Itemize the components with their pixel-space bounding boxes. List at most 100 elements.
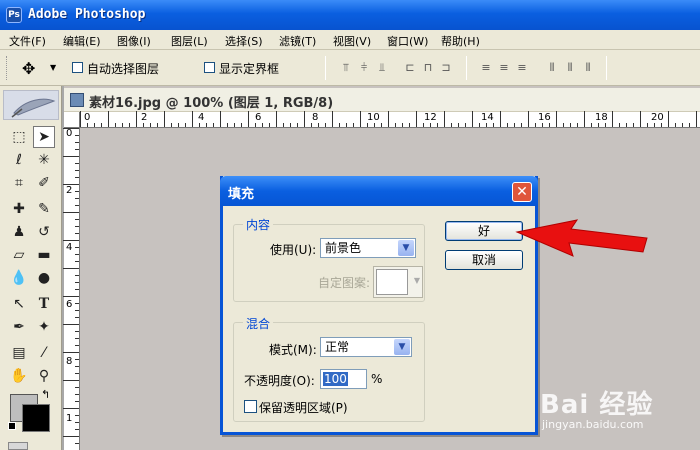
ruler-tick [164, 111, 165, 127]
ruler-tick [360, 111, 361, 127]
custom-pattern-label: 自定图案: [318, 276, 371, 290]
ruler-tick [220, 111, 221, 127]
auto-select-layer-checkbox[interactable] [72, 62, 83, 73]
ruler-tick [353, 123, 354, 127]
distribute-hcenter-icon[interactable]: ⫴ [562, 61, 578, 75]
swap-colors-icon[interactable]: ↰ [41, 388, 50, 401]
ruler-label: 12 [424, 112, 437, 123]
gradient-tool-icon[interactable]: ▬ [33, 244, 55, 266]
distribute-vcenter-icon[interactable]: ≡ [496, 61, 512, 75]
blur-tool-icon[interactable]: 💧 [8, 267, 30, 289]
auto-select-layer-label: 自动选择图层 [87, 62, 160, 76]
ruler-tick [451, 123, 452, 127]
align-right-icon[interactable]: ⊐ [438, 61, 454, 75]
menu-view[interactable]: 视图(V) [333, 33, 371, 49]
preserve-transparency-checkbox[interactable] [244, 400, 257, 413]
ruler-tick [430, 123, 431, 127]
ruler-tick [63, 240, 79, 241]
menu-filter[interactable]: 滤镜(T) [279, 33, 316, 49]
menu-help[interactable]: 帮助(H) [441, 33, 480, 49]
pen-tool-icon[interactable]: ✒ [8, 316, 30, 338]
ruler-tick [63, 380, 79, 381]
notes-tool-icon[interactable]: ▤ [8, 342, 30, 364]
zoom-tool-icon[interactable]: ⚲ [33, 365, 55, 387]
lasso-tool-icon[interactable]: ℓ [8, 149, 30, 171]
opacity-value: 100 [323, 372, 348, 386]
ruler-tick [178, 123, 179, 127]
distribute-top-icon[interactable]: ≡ [478, 61, 494, 75]
eraser-tool-icon[interactable]: ▱ [8, 244, 30, 266]
default-colors-icon[interactable] [8, 422, 16, 430]
ruler-tick [199, 123, 200, 127]
move-tool-icon[interactable]: ✥ [22, 59, 35, 78]
document-title-bar[interactable]: 素材16.jpg @ 100% (图层 1, RGB/8) [64, 88, 700, 112]
brush-tool-icon[interactable]: ✎ [33, 198, 55, 220]
path-select-icon[interactable]: ↖ [8, 293, 30, 315]
horizontal-ruler[interactable]: 0 2 4 6 8 10 12 14 16 18 20 [80, 111, 700, 128]
mode-select[interactable]: 正常 ▼ [320, 337, 412, 357]
ruler-label: 14 [481, 112, 494, 123]
align-left-icon[interactable]: ⊏ [402, 61, 418, 75]
marquee-tool-icon[interactable]: ⬚ [8, 126, 30, 148]
menu-window[interactable]: 窗口(W) [387, 33, 428, 49]
healing-brush-icon[interactable]: ✚ [8, 198, 30, 220]
dialog-close-button[interactable]: ✕ [512, 182, 532, 202]
menu-layer[interactable]: 图层(L) [171, 33, 208, 49]
distribute-bottom-icon[interactable]: ≡ [514, 61, 530, 75]
ruler-tick [346, 123, 347, 127]
ruler-tick [682, 123, 683, 127]
options-separator [325, 56, 326, 80]
show-bounds-checkbox[interactable] [204, 62, 215, 73]
dodge-tool-icon[interactable]: ● [33, 267, 55, 289]
cancel-button[interactable]: 取消 [445, 250, 523, 270]
ruler-tick [129, 123, 130, 127]
tool-preset-chevron-down-icon[interactable]: ▼ [50, 63, 56, 72]
magic-wand-icon[interactable]: ✳ [33, 149, 55, 171]
menu-file[interactable]: 文件(F) [9, 33, 46, 49]
align-bottom-icon[interactable]: ⫫ [374, 61, 390, 75]
ruler-tick [63, 408, 79, 409]
ruler-tick [63, 324, 79, 325]
ruler-tick [374, 123, 375, 127]
clone-stamp-icon[interactable]: ♟ [8, 221, 30, 243]
menu-select[interactable]: 选择(S) [225, 33, 263, 49]
quick-mask-icon[interactable] [8, 442, 28, 450]
distribute-right-icon[interactable]: ⫴ [580, 61, 596, 75]
use-select[interactable]: 前景色 ▼ [320, 238, 416, 258]
options-grip[interactable] [6, 56, 9, 80]
ruler-corner[interactable] [64, 112, 80, 128]
menu-image[interactable]: 图像(I) [117, 33, 151, 49]
crop-tool-icon[interactable]: ⌗ [8, 172, 30, 194]
custom-pattern-picker[interactable]: ▼ [373, 266, 423, 298]
app-title: Adobe Photoshop [28, 7, 146, 22]
distribute-left-icon[interactable]: ⫴ [544, 61, 560, 75]
shape-tool-icon[interactable]: ✦ [33, 316, 55, 338]
align-vcenter-icon[interactable]: ⫩ [356, 61, 372, 75]
ruler-tick [269, 123, 270, 127]
ok-button[interactable]: 好 [445, 221, 523, 241]
menu-edit[interactable]: 编辑(E) [63, 33, 101, 49]
hand-tool-icon[interactable]: ✋ [8, 365, 30, 387]
chevron-down-icon[interactable]: ▼ [394, 339, 410, 355]
align-hcenter-icon[interactable]: ⊓ [420, 61, 436, 75]
use-label: 使用(U): [270, 243, 317, 257]
vertical-ruler[interactable]: 0 2 4 6 8 1 [63, 128, 80, 450]
type-tool-icon[interactable]: T [33, 293, 55, 315]
opacity-input[interactable]: 100 [320, 369, 367, 389]
ruler-tick [437, 123, 438, 127]
eyedropper-icon[interactable]: ⁄ [33, 342, 55, 364]
ruler-tick [458, 123, 459, 127]
photoshop-feather-logo[interactable] [3, 90, 59, 120]
fill-dialog-title-bar[interactable]: 填充 [220, 176, 538, 206]
move-tool-icon[interactable]: ➤ [33, 126, 55, 148]
slice-tool-icon[interactable]: ✐ [33, 172, 55, 194]
align-top-icon[interactable]: ⫪ [338, 61, 354, 75]
ruler-tick [514, 123, 515, 127]
history-brush-icon[interactable]: ↺ [33, 221, 55, 243]
watermark-url: jingyan.baidu.com [542, 418, 644, 431]
ruler-label: 0 [84, 112, 91, 123]
ruler-tick [94, 123, 95, 127]
ruler-label: 0 [66, 128, 73, 139]
foreground-color-swatch[interactable] [22, 404, 50, 432]
chevron-down-icon[interactable]: ▼ [398, 240, 414, 256]
